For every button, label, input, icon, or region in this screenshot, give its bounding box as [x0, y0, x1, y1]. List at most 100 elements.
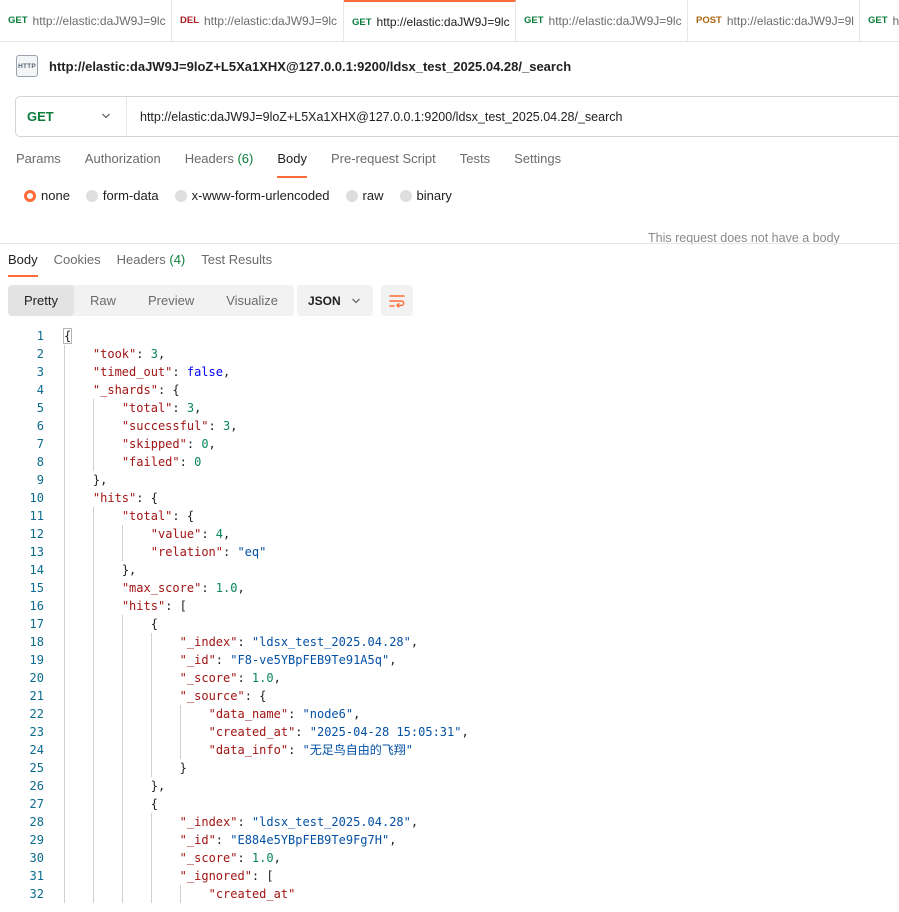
radio-raw[interactable]: raw [345, 188, 384, 203]
code-token: "total" [121, 401, 173, 415]
indent-guide [92, 417, 94, 435]
code-token: "failed" [121, 455, 180, 469]
tab-settings[interactable]: Settings [514, 151, 561, 178]
indent-guide [121, 849, 123, 867]
indent-guide [64, 381, 65, 399]
view-preview-button[interactable]: Preview [132, 285, 210, 316]
radio-binary[interactable]: binary [399, 188, 452, 203]
code-line: 27 { [0, 795, 899, 813]
code-text: } [180, 759, 187, 777]
request-tab[interactable]: POST http://elastic:daJW9J=9l [688, 0, 860, 41]
line-number: 7 [36, 437, 44, 451]
indent-guide [92, 669, 94, 687]
code-text: "successful": 3, [122, 417, 238, 435]
indent-guide [92, 795, 94, 813]
response-tab-test-results[interactable]: Test Results [201, 252, 272, 277]
wrap-lines-button[interactable] [381, 285, 413, 316]
tab-tests[interactable]: Tests [460, 151, 490, 178]
code-token: "_id" [179, 653, 216, 667]
request-tab[interactable]: GET ht [860, 0, 899, 41]
indent-guide [92, 579, 94, 597]
format-dropdown[interactable]: JSON [297, 285, 373, 316]
code-line: 16 "hits": [ [0, 597, 899, 615]
tab-authorization[interactable]: Authorization [85, 151, 161, 178]
view-raw-button[interactable]: Raw [74, 285, 132, 316]
radio-label: x-www-form-urlencoded [191, 188, 330, 203]
request-tab-active[interactable]: GET http://elastic:daJW9J=9lc [344, 0, 516, 41]
view-visualize-button[interactable]: Visualize [210, 285, 294, 316]
code-token: "relation" [150, 545, 223, 559]
code-line: 2 "took": 3, [0, 345, 899, 363]
tab-body[interactable]: Body [277, 151, 307, 178]
response-tab-body[interactable]: Body [8, 252, 38, 277]
tab-prerequest-script[interactable]: Pre-request Script [331, 151, 436, 178]
tab-method: POST [696, 15, 722, 26]
response-tab-cookies[interactable]: Cookies [54, 252, 101, 277]
tab-headers[interactable]: Headers (6) [185, 151, 254, 178]
code-text: "timed_out": false, [93, 363, 230, 381]
radio-selected-icon [24, 189, 36, 202]
code-token: : [288, 707, 303, 721]
code-token: "_index" [179, 635, 238, 649]
chevron-down-icon [102, 113, 110, 119]
line-number: 3 [36, 365, 44, 379]
indent-guide [64, 345, 65, 363]
code-text: "total": 3, [122, 399, 202, 417]
line-number: 6 [36, 419, 44, 433]
indent-guide [92, 525, 94, 543]
line-number: 10 [29, 491, 44, 505]
line-number: 24 [29, 743, 44, 757]
line-number: 18 [29, 635, 44, 649]
code-line: 24 "data_info": "无足鸟自由的飞翔" [0, 741, 899, 759]
code-text: { [151, 795, 158, 813]
radio-urlencoded[interactable]: x-www-form-urlencoded [174, 188, 330, 203]
url-input[interactable]: http://elastic:daJW9J=9loZ+L5Xa1XHX@127.… [127, 110, 622, 124]
code-token: "data_name" [208, 707, 289, 721]
line-number: 9 [36, 473, 44, 487]
code-text: "data_info": "无足鸟自由的飞翔" [209, 741, 413, 759]
response-body-code[interactable]: 1{2 "took": 3, 3 "timed_out": false, 4 "_shar… [0, 327, 899, 912]
indent-guide [92, 885, 94, 903]
code-token: "F8-ve5YBpFEB9Te91A5q" [230, 653, 390, 667]
request-tab[interactable]: DEL http://elastic:daJW9J=9lc [172, 0, 344, 41]
code-token: : { [157, 383, 180, 397]
radio-none[interactable]: none [24, 188, 70, 203]
code-token: : [172, 401, 187, 415]
code-token: "2025-04-28 15:05:31" [309, 725, 462, 739]
code-token: , [223, 527, 231, 541]
code-token: { [150, 617, 158, 631]
indent-guide [92, 723, 94, 741]
code-text: "_id": "E884e5YBpFEB9Te9Fg7H", [180, 831, 397, 849]
tab-params[interactable]: Params [16, 151, 61, 178]
code-token: : { [244, 689, 267, 703]
indent-guide [64, 579, 65, 597]
indent-guide [64, 723, 65, 741]
line-number: 8 [36, 455, 44, 469]
view-pretty-button[interactable]: Pretty [8, 285, 74, 316]
code-text: "hits": [ [122, 597, 187, 615]
headers-count: (6) [237, 151, 254, 166]
method-dropdown[interactable]: GET [16, 97, 127, 136]
code-token: }, [150, 779, 166, 793]
code-token: "created_at" [208, 725, 296, 739]
code-token: , [410, 815, 419, 829]
line-number: 31 [29, 869, 44, 883]
code-line: 18 "_index": "ldsx_test_2025.04.28", [0, 633, 899, 651]
code-token: , [237, 581, 245, 595]
response-tab-headers[interactable]: Headers (4) [117, 252, 186, 277]
pane-divider[interactable] [0, 243, 899, 244]
indent-guide [121, 831, 123, 849]
code-token: 1.0 [251, 851, 274, 865]
code-token: : [179, 455, 195, 469]
radio-form-data[interactable]: form-data [85, 188, 159, 203]
indent-guide [64, 525, 65, 543]
indent-guide [92, 705, 94, 723]
code-text: "skipped": 0, [122, 435, 216, 453]
request-title[interactable]: http://elastic:daJW9J=9loZ+L5Xa1XHX@127.… [49, 59, 571, 74]
request-tab[interactable]: GET http://elastic:daJW9J=9lc [516, 0, 688, 41]
line-number: 20 [29, 671, 44, 685]
request-tab[interactable]: GET http://elastic:daJW9J=9lc [0, 0, 172, 41]
code-token: , [208, 437, 216, 451]
code-token: "_index" [179, 815, 238, 829]
body-type-radio-group: none form-data x-www-form-urlencoded raw… [24, 188, 468, 203]
